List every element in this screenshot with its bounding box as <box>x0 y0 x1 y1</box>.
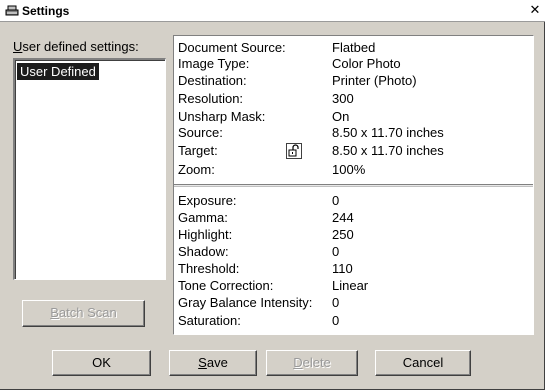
setting-label: Document Source: <box>178 40 286 55</box>
setting-value: 0 <box>332 313 340 328</box>
setting-value: 8.50 x 11.70 inches <box>332 125 444 140</box>
delete-rest: elete <box>302 355 331 370</box>
setting-value: Flatbed <box>332 40 376 55</box>
setting-label: Tone Correction: <box>178 278 274 293</box>
setting-row: Zoom: 100% <box>178 162 528 178</box>
setting-label: Gray Balance Intensity: <box>178 295 313 310</box>
batch-scan-mnemonic: B <box>50 305 59 320</box>
setting-value: 110 <box>332 261 353 276</box>
setting-row: Shadow: 0 <box>178 244 528 260</box>
label-mnemonic: U <box>13 39 23 54</box>
save-rest: ave <box>206 355 228 370</box>
setting-value: 8.50 x 11.70 inches <box>332 143 444 158</box>
setting-value: On <box>332 109 350 124</box>
setting-row: Unsharp Mask: On <box>178 109 528 125</box>
window-title: Settings <box>22 4 70 18</box>
setting-value: 0 <box>332 295 340 310</box>
setting-row: Highlight: 250 <box>178 227 528 243</box>
scanner-icon <box>5 4 19 18</box>
setting-label: Resolution: <box>178 91 244 106</box>
setting-value: 300 <box>332 91 354 106</box>
setting-row: Threshold: 110 <box>178 261 528 277</box>
setting-value: 0 <box>332 193 340 208</box>
setting-row: Document Source: Flatbed <box>178 40 528 56</box>
settings-summary-panel: Document Source: Flatbed Image Type: Color… <box>173 35 534 335</box>
cancel-button[interactable]: Cancel <box>375 350 471 376</box>
setting-label: Saturation: <box>178 313 241 328</box>
title-bar[interactable]: Settings ✕ <box>0 0 545 22</box>
setting-row: Exposure: 0 <box>178 193 528 209</box>
ok-button[interactable]: OK <box>52 350 151 376</box>
user-settings-label: User defined settings: <box>13 39 139 54</box>
setting-label: Threshold: <box>178 261 240 276</box>
setting-value: 244 <box>332 210 354 225</box>
panel-divider <box>174 184 533 187</box>
batch-scan-button[interactable]: Batch Scan <box>22 300 145 327</box>
setting-value: Color Photo <box>332 56 401 71</box>
setting-value: Linear <box>332 278 369 293</box>
list-item[interactable]: User Defined <box>17 63 99 80</box>
setting-label: Destination: <box>178 73 247 88</box>
save-button[interactable]: Save <box>169 350 257 376</box>
save-mnemonic: S <box>198 355 207 370</box>
setting-value: Printer (Photo) <box>332 73 417 88</box>
close-icon[interactable]: ✕ <box>527 3 543 18</box>
setting-row: Target: 8.50 x 11.70 inches <box>178 143 528 159</box>
setting-row: Tone Correction: Linear <box>178 278 528 294</box>
setting-row: Image Type: Color Photo <box>178 56 528 72</box>
setting-value: 0 <box>332 244 340 259</box>
label-rest: ser defined settings: <box>22 39 139 54</box>
setting-label: Highlight: <box>178 227 233 242</box>
setting-row: Destination: Printer (Photo) <box>178 73 528 89</box>
setting-row: Source: 8.50 x 11.70 inches <box>178 125 528 141</box>
delete-button[interactable]: Delete <box>266 350 358 376</box>
user-settings-listbox[interactable]: User Defined <box>13 58 166 280</box>
setting-value: 250 <box>332 227 354 242</box>
unlock-icon[interactable] <box>286 143 302 159</box>
setting-row: Gray Balance Intensity: 0 <box>178 295 528 311</box>
setting-label: Gamma: <box>178 210 228 225</box>
delete-mnemonic: D <box>293 355 303 370</box>
setting-label: Source: <box>178 125 223 140</box>
setting-row: Saturation: 0 <box>178 313 528 329</box>
batch-scan-rest: atch Scan <box>58 305 117 320</box>
setting-row: Resolution: 300 <box>178 91 528 107</box>
setting-label: Unsharp Mask: <box>178 109 266 124</box>
setting-label: Target: <box>178 143 218 158</box>
setting-label: Exposure: <box>178 193 237 208</box>
settings-dialog: Settings ✕ User defined settings: User D… <box>0 0 545 390</box>
setting-label: Zoom: <box>178 162 215 177</box>
setting-label: Shadow: <box>178 244 229 259</box>
setting-value: 100% <box>332 162 366 177</box>
setting-row: Gamma: 244 <box>178 210 528 226</box>
setting-label: Image Type: <box>178 56 250 71</box>
